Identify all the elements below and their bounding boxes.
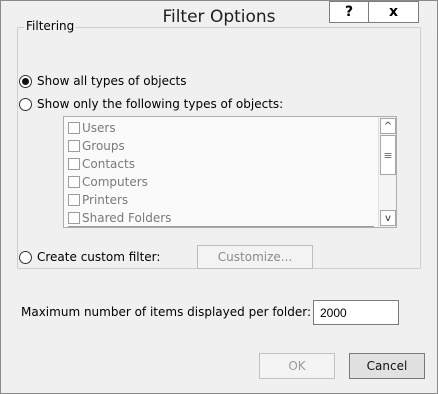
max-items-label: Maximum number of items displayed per fo… — [21, 305, 311, 319]
custom-filter-label: Create custom filter: — [37, 250, 161, 264]
object-types-listbox[interactable]: Users Groups Contacts Computers Printers Shar… — [63, 116, 397, 228]
custom-filter-radio[interactable] — [19, 250, 32, 264]
filtering-group-label: Filtering — [24, 19, 77, 33]
object-type-item[interactable]: Contacts — [68, 155, 374, 173]
customize-button[interactable]: Customize... — [197, 245, 313, 269]
close-button[interactable]: x — [369, 1, 419, 23]
show-all-radio-row[interactable]: Show all types of objects — [19, 73, 187, 89]
ok-button[interactable]: OK — [259, 353, 335, 379]
object-type-checkbox[interactable] — [68, 211, 80, 224]
object-type-label: Users — [82, 121, 116, 135]
listbox-scrollbar[interactable]: ^ ≡ v — [378, 117, 396, 227]
object-type-item[interactable]: Users — [68, 119, 374, 137]
grip-icon: ≡ — [383, 148, 393, 162]
help-icon: ? — [344, 4, 354, 20]
object-type-item[interactable]: Computers — [68, 173, 374, 191]
object-type-label: Shared Folders — [82, 210, 172, 225]
show-only-radio-row[interactable]: Show only the following types of objects… — [19, 96, 283, 112]
object-type-item[interactable]: Groups — [68, 137, 374, 155]
show-only-label: Show only the following types of objects… — [37, 97, 284, 111]
filter-options-dialog: Filter Options ? x Filtering Show all ty… — [0, 0, 438, 394]
custom-filter-radio-row[interactable]: Create custom filter: — [19, 249, 160, 265]
object-type-label: Groups — [82, 139, 125, 153]
object-type-checkbox[interactable] — [68, 122, 80, 134]
scroll-up-button[interactable]: ^ — [380, 118, 396, 134]
chevron-up-icon: ^ — [383, 120, 393, 132]
object-type-checkbox[interactable] — [68, 158, 80, 170]
show-only-radio[interactable] — [19, 97, 32, 111]
object-type-item[interactable]: Printers — [68, 191, 374, 209]
chevron-down-icon: v — [385, 212, 391, 224]
scroll-down-button[interactable]: v — [380, 210, 396, 226]
object-type-item[interactable]: Shared Folders — [68, 209, 374, 227]
object-types-list: Users Groups Contacts Computers Printers Shar… — [68, 119, 374, 227]
object-type-label: Printers — [82, 193, 129, 207]
cancel-button[interactable]: Cancel — [349, 353, 425, 379]
help-button[interactable]: ? — [329, 1, 369, 23]
object-type-checkbox[interactable] — [68, 176, 80, 188]
show-all-label: Show all types of objects — [37, 74, 187, 88]
scroll-thumb[interactable]: ≡ — [380, 135, 396, 175]
object-type-checkbox[interactable] — [68, 140, 80, 152]
radio-selected-dot — [22, 77, 29, 85]
close-icon: x — [388, 4, 399, 20]
object-type-checkbox[interactable] — [68, 194, 80, 206]
object-type-label: Contacts — [82, 157, 135, 171]
show-all-radio[interactable] — [19, 74, 32, 88]
max-items-input[interactable] — [313, 300, 399, 325]
object-type-label: Computers — [82, 175, 148, 189]
